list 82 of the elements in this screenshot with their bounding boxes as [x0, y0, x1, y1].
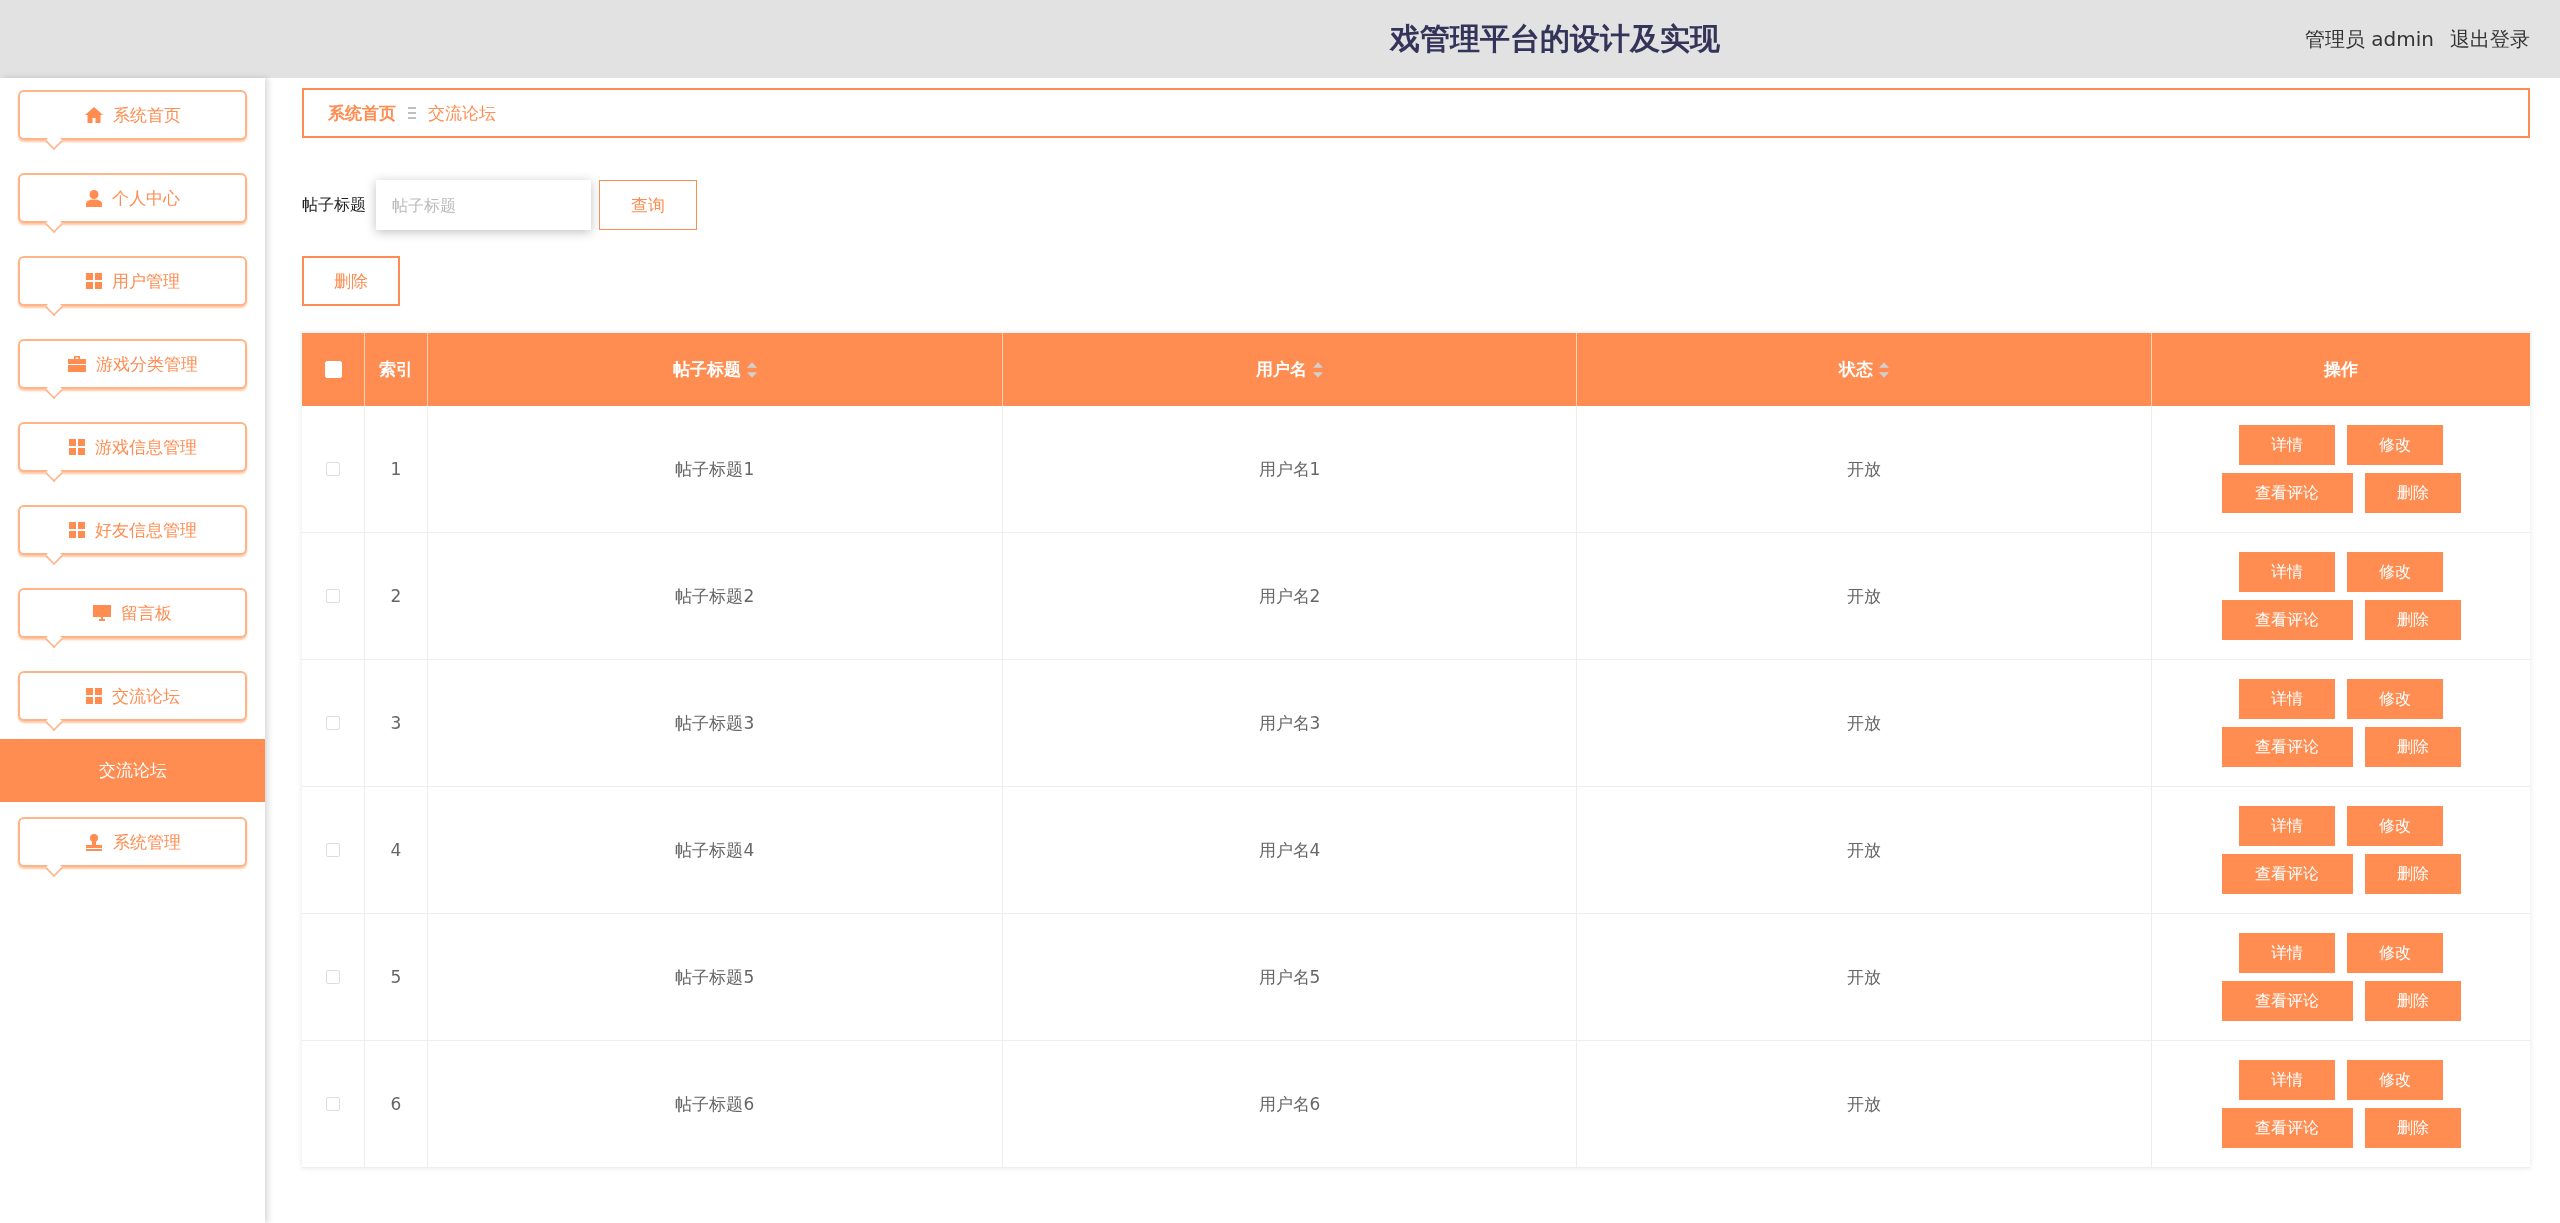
column-header[interactable]: 帖子标题: [672, 358, 741, 381]
column-header[interactable]: 状态: [1839, 358, 1874, 381]
search-label: 帖子标题: [302, 194, 366, 216]
action-button[interactable]: 修改: [2347, 806, 2443, 846]
column-header: 索引: [379, 358, 413, 381]
table-cell: 1: [390, 459, 402, 479]
checkbox[interactable]: [326, 843, 340, 857]
action-button[interactable]: 修改: [2347, 933, 2443, 973]
separator-icon: [408, 107, 416, 119]
table-cell: 帖子标题2: [675, 584, 755, 608]
home-icon: [84, 107, 103, 123]
table-cell: 帖子标题1: [675, 457, 755, 481]
table-cell: 帖子标题4: [675, 838, 755, 862]
action-button[interactable]: 查看评论: [2221, 727, 2353, 767]
stamp-icon: [84, 833, 103, 851]
action-button[interactable]: 查看评论: [2221, 854, 2353, 894]
table-cell: 用户名3: [1258, 711, 1321, 735]
sort-icon[interactable]: [746, 361, 757, 378]
table-cell: 开放: [1847, 1092, 1882, 1116]
table-cell: 开放: [1847, 965, 1882, 989]
action-button[interactable]: 详情: [2239, 679, 2335, 719]
grid-icon: [85, 688, 102, 704]
action-button[interactable]: 删除: [2364, 1108, 2461, 1148]
table-cell: 开放: [1847, 711, 1882, 735]
table-cell: 帖子标题6: [675, 1092, 755, 1116]
table-cell: 6: [390, 1094, 402, 1114]
grid-icon: [85, 273, 102, 289]
user-icon: [85, 189, 102, 207]
action-button[interactable]: 修改: [2347, 1060, 2443, 1100]
action-button[interactable]: 删除: [2364, 854, 2461, 894]
breadcrumb-link[interactable]: 系统首页: [328, 101, 396, 125]
action-button[interactable]: 修改: [2347, 552, 2443, 592]
table-cell: 用户名1: [1258, 457, 1321, 481]
breadcrumb-link[interactable]: 交流论坛: [428, 101, 496, 125]
action-button[interactable]: 删除: [2364, 981, 2461, 1021]
admin-label: 管理员 admin: [2304, 25, 2434, 53]
app-title: 戏管理平台的设计及实现: [1390, 19, 1721, 58]
monitor-icon: [93, 605, 111, 621]
checkbox[interactable]: [326, 1097, 340, 1111]
grid-icon: [68, 522, 85, 538]
table-cell: 开放: [1847, 584, 1882, 608]
sort-icon[interactable]: [1879, 361, 1890, 378]
table-cell: 开放: [1847, 457, 1882, 481]
checkbox[interactable]: [326, 589, 340, 603]
table-cell: 2: [390, 586, 402, 606]
column-header: 操作: [2324, 358, 2358, 381]
action-button[interactable]: 详情: [2239, 1060, 2335, 1100]
action-button[interactable]: 删除: [2364, 727, 2461, 767]
action-button[interactable]: 详情: [2239, 933, 2335, 973]
table-cell: 帖子标题5: [675, 965, 755, 989]
action-button[interactable]: 修改: [2347, 679, 2443, 719]
table-cell: 用户名5: [1258, 965, 1321, 989]
delete-button[interactable]: 删除: [302, 256, 400, 306]
checkbox[interactable]: [326, 970, 340, 984]
action-button[interactable]: 查看评论: [2221, 473, 2353, 513]
action-button[interactable]: 删除: [2364, 600, 2461, 640]
action-button[interactable]: 修改: [2347, 425, 2443, 465]
sort-icon[interactable]: [1313, 361, 1323, 378]
table-cell: 用户名2: [1258, 584, 1321, 608]
column-header[interactable]: 用户名: [1256, 358, 1307, 381]
action-button[interactable]: 详情: [2239, 806, 2335, 846]
action-button[interactable]: 详情: [2239, 425, 2335, 465]
action-button[interactable]: 查看评论: [2221, 981, 2353, 1021]
table-cell: 帖子标题3: [675, 711, 755, 735]
search-button[interactable]: 查询: [599, 180, 697, 230]
briefcase-icon: [67, 356, 86, 372]
grid-icon: [68, 439, 85, 455]
table-cell: 3: [390, 713, 402, 733]
table-cell: 用户名6: [1258, 1092, 1321, 1116]
table-cell: 用户名4: [1258, 838, 1321, 862]
action-button[interactable]: 查看评论: [2221, 600, 2353, 640]
submenu-item[interactable]: 交流论坛: [0, 739, 265, 802]
logout-link[interactable]: 退出登录: [2450, 25, 2530, 53]
checkbox[interactable]: [326, 716, 340, 730]
table-cell: 4: [390, 840, 402, 860]
search-field[interactable]: 帖子标题: [376, 180, 591, 230]
action-button[interactable]: 删除: [2364, 473, 2461, 513]
checkbox[interactable]: [326, 462, 340, 476]
action-button[interactable]: 详情: [2239, 552, 2335, 592]
table-cell: 开放: [1847, 838, 1882, 862]
table-cell: 5: [390, 967, 402, 987]
action-button[interactable]: 查看评论: [2221, 1108, 2353, 1148]
